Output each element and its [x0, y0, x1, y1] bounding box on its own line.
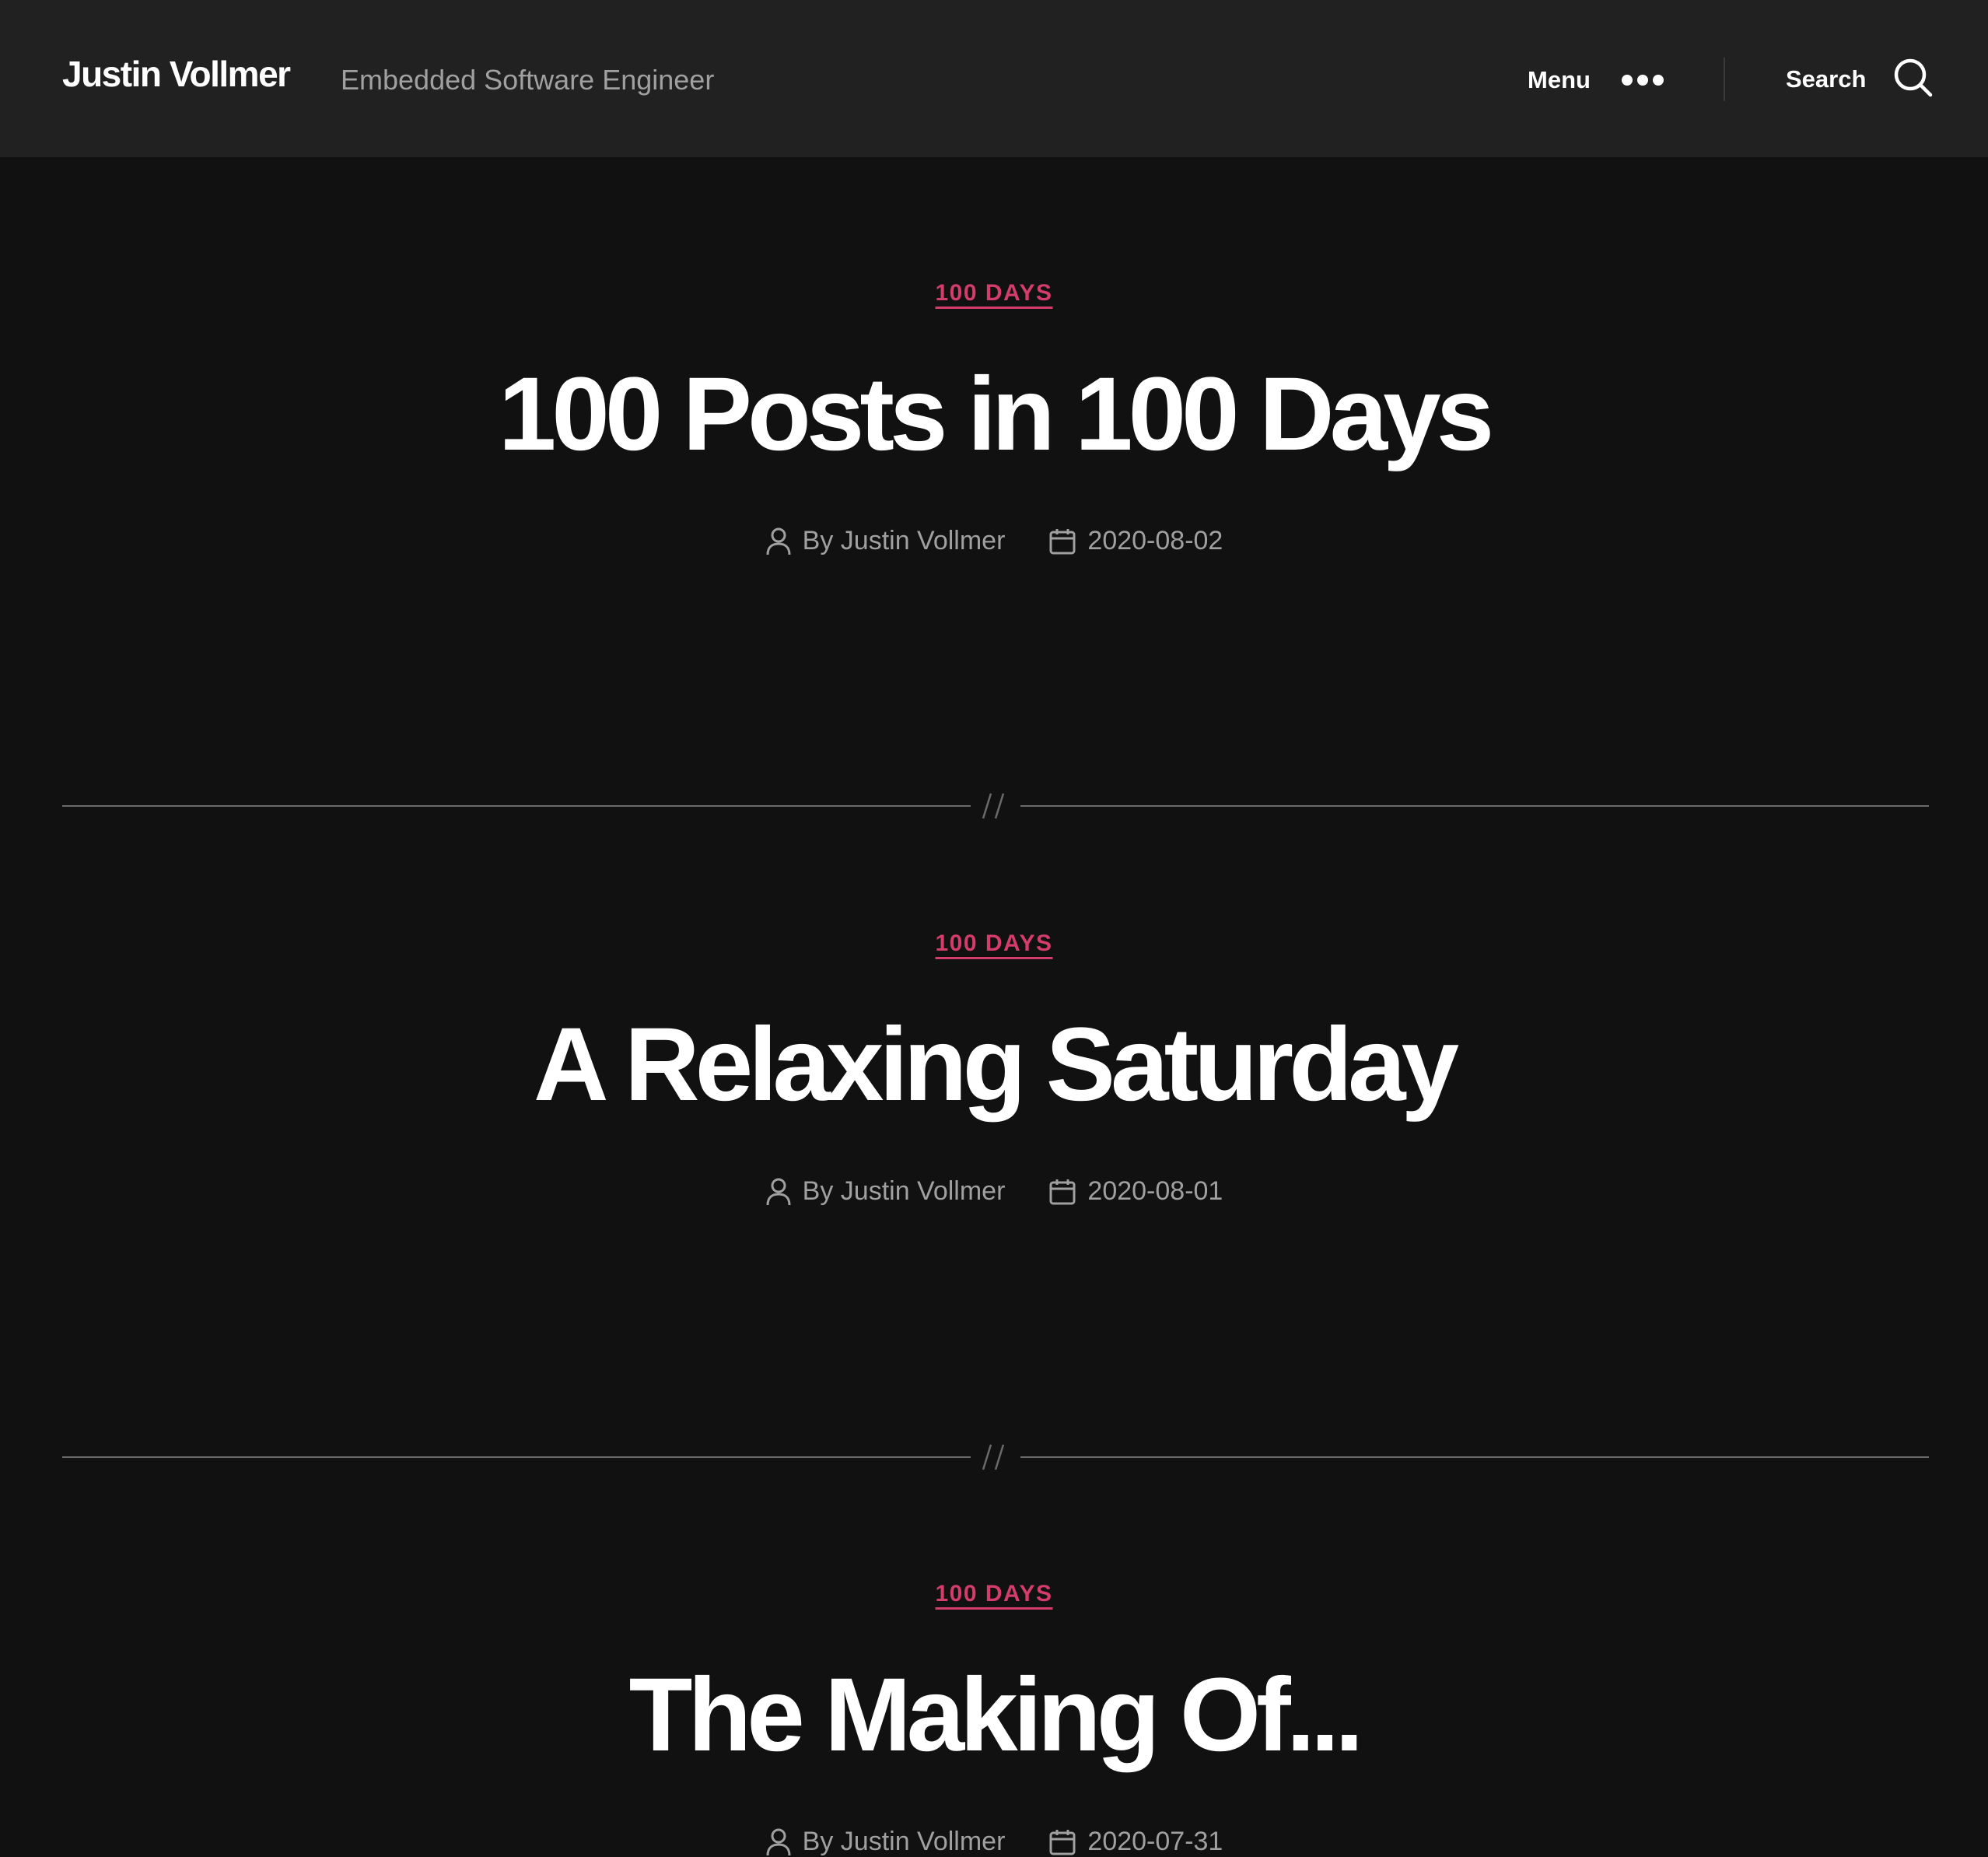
user-icon [765, 1177, 792, 1207]
search-button[interactable]: Search [1786, 58, 1933, 101]
search-label: Search [1786, 65, 1867, 93]
more-dots-icon [1621, 75, 1664, 86]
post-separator [62, 790, 1929, 822]
post-date: 2020-07-31 [1048, 1827, 1223, 1857]
double-slash-icon [980, 1442, 1011, 1477]
post-author: By Justin Vollmer [765, 1176, 1006, 1207]
menu-label: Menu [1528, 66, 1591, 93]
post-meta: By Justin Vollmer 2020-08-02 [0, 526, 1988, 556]
post-author: By Justin Vollmer [765, 1827, 1006, 1857]
menu-button[interactable]: Menu [1528, 61, 1664, 100]
calendar-icon [1048, 527, 1076, 555]
calendar-icon [1048, 1828, 1076, 1856]
author-link[interactable]: By Justin Vollmer [803, 526, 1006, 556]
category-link[interactable]: 100 DAYS [936, 930, 1053, 957]
date-link[interactable]: 2020-08-01 [1087, 1176, 1223, 1207]
site-tagline: Embedded Software Engineer [341, 64, 715, 96]
user-icon [765, 527, 792, 556]
post-date: 2020-08-01 [1048, 1176, 1223, 1207]
calendar-icon [1048, 1178, 1076, 1206]
post-separator [62, 1442, 1929, 1473]
category-link[interactable]: 100 DAYS [936, 1581, 1053, 1607]
post-title[interactable]: 100 Posts in 100 Days [0, 363, 1988, 467]
post-title[interactable]: A Relaxing Saturday [0, 1013, 1988, 1117]
site-header: Justin Vollmer Embedded Software Enginee… [0, 0, 1988, 157]
post-entry: 100 DAYS The Making Of... By Justin Voll… [0, 1581, 1988, 1857]
author-link[interactable]: By Justin Vollmer [803, 1827, 1006, 1857]
post-entry: 100 DAYS A Relaxing Saturday By Justin V… [0, 930, 1988, 1207]
author-link[interactable]: By Justin Vollmer [803, 1176, 1006, 1207]
post-meta: By Justin Vollmer 2020-08-01 [0, 1176, 1988, 1207]
search-icon [1894, 58, 1933, 101]
user-icon [765, 1827, 792, 1857]
header-divider [1724, 58, 1725, 101]
date-link[interactable]: 2020-08-02 [1087, 526, 1223, 556]
post-date: 2020-08-02 [1048, 526, 1223, 556]
post-meta: By Justin Vollmer 2020-07-31 [0, 1827, 1988, 1857]
category-link[interactable]: 100 DAYS [936, 280, 1053, 307]
post-author: By Justin Vollmer [765, 526, 1006, 556]
post-title[interactable]: The Making Of... [0, 1663, 1988, 1768]
site-title[interactable]: Justin Vollmer [62, 53, 291, 95]
date-link[interactable]: 2020-07-31 [1087, 1827, 1223, 1857]
post-entry: 100 DAYS 100 Posts in 100 Days By Justin… [0, 280, 1988, 556]
double-slash-icon [980, 790, 1011, 825]
